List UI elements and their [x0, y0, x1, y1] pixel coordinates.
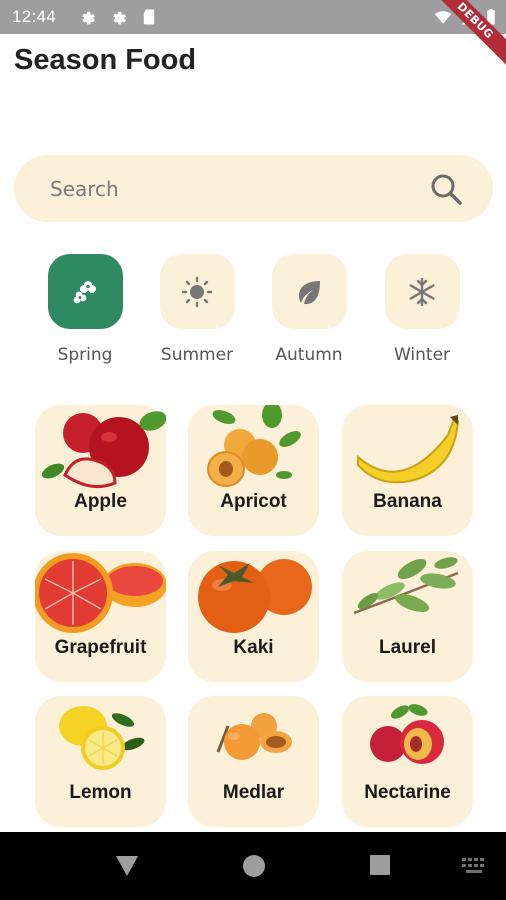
system-nav-bar [0, 832, 506, 900]
settings-icon [82, 11, 95, 25]
food-label: Nectarine [364, 782, 451, 803]
season-autumn-tile[interactable] [271, 254, 347, 329]
screen: 12:44 DEBUG Season Food Search Spring Su… [0, 0, 506, 900]
settings-icon-2 [113, 11, 126, 25]
leaf-icon [299, 280, 320, 304]
status-time: 12:44 [12, 7, 57, 26]
lemon-image [59, 706, 145, 770]
food-card-grapefruit[interactable]: Grapefruit [35, 551, 166, 682]
food-label: Laurel [378, 637, 437, 658]
medlar-image [216, 713, 292, 760]
apple-image [41, 411, 166, 489]
food-label: Apricot [220, 491, 287, 512]
flower-icon [73, 280, 96, 303]
status-bar: 12:44 DEBUG [0, 0, 506, 74]
kaki-image [198, 559, 312, 633]
season-spring-tile[interactable] [47, 254, 123, 329]
sun-icon [181, 276, 213, 307]
season-summer-tile[interactable] [159, 254, 235, 329]
snowflake-icon [409, 277, 435, 306]
nectarine-image [370, 704, 444, 764]
page-title: Season Food [14, 44, 197, 76]
back-button-icon[interactable] [114, 854, 140, 878]
food-label: Banana [373, 491, 442, 512]
food-label: Lemon [69, 782, 132, 803]
season-autumn[interactable]: Autumn [264, 254, 354, 365]
food-card-kaki[interactable]: Kaki [188, 551, 319, 682]
season-label: Summer [160, 345, 234, 365]
food-card-banana[interactable]: Banana [342, 405, 473, 536]
food-label: Apple [74, 491, 127, 512]
grapefruit-image [35, 553, 166, 633]
laurel-image [353, 557, 459, 615]
food-card-apricot[interactable]: Apricot [188, 405, 319, 536]
season-summer[interactable]: Summer [152, 254, 242, 365]
recents-button-icon[interactable] [369, 854, 391, 876]
food-label: Medlar [222, 782, 285, 803]
food-card-nectarine[interactable]: Nectarine [342, 696, 473, 827]
search-bar[interactable] [14, 155, 493, 222]
search-icon[interactable] [429, 172, 463, 206]
wifi-icon [434, 11, 452, 24]
keyboard-icon[interactable] [462, 858, 488, 876]
food-card-lemon[interactable]: Lemon [35, 696, 166, 827]
food-card-laurel[interactable]: Laurel [342, 551, 473, 682]
season-label: Winter [393, 345, 451, 365]
food-card-medlar[interactable]: Medlar [188, 696, 319, 827]
season-winter[interactable]: Winter [377, 254, 467, 365]
apricot-image [207, 405, 301, 487]
season-label: Autumn [275, 345, 343, 365]
sd-card-icon [143, 9, 155, 25]
search-input[interactable] [50, 175, 410, 203]
food-label: Kaki [233, 637, 274, 658]
food-label: Grapefruit [54, 637, 147, 658]
season-winter-tile[interactable] [384, 254, 460, 329]
home-button-icon[interactable] [242, 854, 266, 878]
food-card-apple[interactable]: Apple [35, 405, 166, 536]
season-spring[interactable]: Spring [40, 254, 130, 365]
season-label: Spring [57, 345, 113, 365]
banana-image [357, 415, 460, 484]
